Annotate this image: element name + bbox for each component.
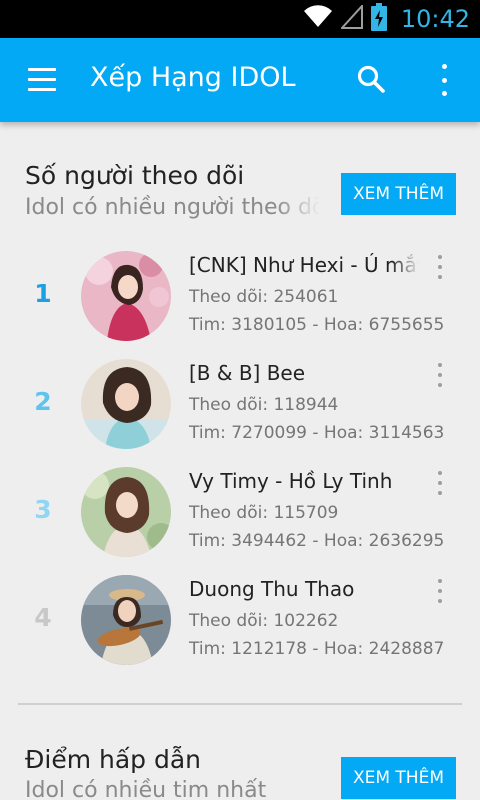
rank-number: 1 [34, 279, 52, 308]
search-icon[interactable] [356, 64, 388, 96]
follower-count: Theo dõi: 102262 [189, 611, 339, 631]
avatar [81, 575, 171, 665]
row-more-icon[interactable] [430, 363, 450, 387]
status-time: 10:42 [400, 5, 470, 33]
idol-row[interactable]: 2 [B & B] Bee Theo dõi: 118944 Tim: 7270… [0, 359, 480, 467]
hearts-flowers-count: Tim: 1212178 - Hoa: 2428887 [189, 639, 445, 659]
section-divider [18, 703, 462, 705]
row-more-icon[interactable] [430, 255, 450, 279]
section-attraction-subtitle: Idol có nhiều tim nhất [25, 778, 267, 800]
wifi-icon [303, 4, 333, 34]
menu-icon[interactable] [28, 68, 56, 92]
section-followers-subtitle: Idol có nhiều người theo dõi [25, 195, 320, 220]
idol-name: Duong Thu Thao [189, 577, 355, 601]
idol-row[interactable]: 1 [CNK] Như Hexi - Ú mắt Hexi Theo dõi: … [0, 251, 480, 359]
rank-number: 3 [34, 495, 52, 524]
idol-name: Vy Timy - Hồ Ly Tinh [189, 469, 393, 493]
hearts-flowers-count: Tim: 3494462 - Hoa: 2636295 [189, 531, 445, 551]
app-bar: Xếp Hạng IDOL [0, 38, 480, 122]
status-bar: 10:42 [0, 0, 480, 38]
see-more-followers-button[interactable]: XEM THÊM [341, 173, 456, 215]
signal-icon [339, 2, 363, 34]
follower-count: Theo dõi: 115709 [189, 503, 339, 523]
row-more-icon[interactable] [430, 579, 450, 603]
app-title: Xếp Hạng IDOL [90, 62, 296, 93]
rank-number: 2 [34, 387, 52, 416]
idol-name: [CNK] Như Hexi - Ú mắt Hexi [189, 253, 419, 277]
see-more-attraction-button[interactable]: XEM THÊM [341, 757, 456, 799]
section-followers-title: Số người theo dõi [25, 161, 245, 190]
idol-row[interactable]: 4 Duong Thu Thao Theo dõi: 102262 Tim: 1… [0, 575, 480, 683]
avatar [81, 359, 171, 449]
section-attraction-title: Điểm hấp dẫn [25, 745, 202, 774]
row-more-icon[interactable] [430, 471, 450, 495]
more-vert-icon[interactable] [434, 64, 454, 96]
follower-count: Theo dõi: 118944 [189, 395, 339, 415]
rank-number: 4 [34, 603, 52, 632]
hearts-flowers-count: Tim: 3180105 - Hoa: 6755655 [189, 315, 445, 335]
hearts-flowers-count: Tim: 7270099 - Hoa: 3114563 [189, 423, 445, 443]
battery-charging-icon [370, 2, 387, 36]
idol-name: [B & B] Bee [189, 361, 306, 385]
idol-row[interactable]: 3 Vy Timy - Hồ Ly Tinh Theo dõi: 115709 … [0, 467, 480, 575]
avatar [81, 251, 171, 341]
avatar [81, 467, 171, 557]
follower-count: Theo dõi: 254061 [189, 287, 339, 307]
